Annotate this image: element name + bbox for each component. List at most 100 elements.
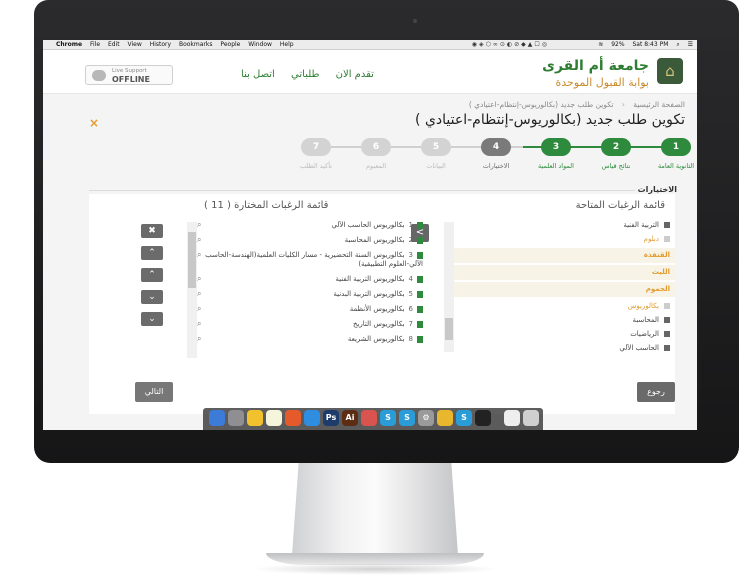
menu-edit[interactable]: Edit: [108, 41, 120, 48]
close-icon[interactable]: ×: [89, 116, 99, 130]
chosen-list: 1بكالوريوس الحاسب الآلي ⌕ 2بكالوريوس المح…: [197, 218, 431, 370]
trash-icon[interactable]: [523, 410, 539, 426]
checkbox-icon: [664, 236, 670, 242]
wifi-icon[interactable]: ≋: [598, 41, 603, 48]
menu-people[interactable]: People: [220, 41, 240, 48]
move-top-button[interactable]: ⌃: [141, 246, 163, 260]
notifications-icon[interactable]: ☰: [688, 41, 693, 48]
menu-file[interactable]: File: [90, 41, 100, 48]
chrome-icon[interactable]: [247, 410, 263, 426]
menubar-extras-icons[interactable]: ◉◈⬡∞⊙◐⊘◆▲☐◎: [472, 40, 549, 50]
step-2[interactable]: 2: [601, 138, 631, 156]
move-down-button[interactable]: ⌄: [141, 290, 163, 304]
chosen-item[interactable]: 2بكالوريوس المحاسبة ⌕: [197, 233, 431, 248]
photos-icon[interactable]: [285, 410, 301, 426]
magnifier-icon[interactable]: ⌕: [197, 334, 201, 343]
remove-choice-button[interactable]: ✖: [141, 224, 163, 238]
live-support-button[interactable]: Live Support OFFLINE: [85, 65, 173, 85]
nav-my-requests[interactable]: طلباتي: [291, 69, 319, 80]
available-scrollbar[interactable]: [444, 222, 454, 352]
magnifier-icon[interactable]: ⌕: [197, 274, 201, 283]
notes-icon[interactable]: [266, 410, 282, 426]
folder-icon: [664, 345, 670, 351]
menu-view[interactable]: View: [128, 41, 142, 48]
step-6[interactable]: 6: [361, 138, 391, 156]
step-5[interactable]: 5: [421, 138, 451, 156]
scroll-thumb[interactable]: [445, 318, 453, 340]
search-icon[interactable]: ⌕: [676, 41, 679, 48]
skype-icon[interactable]: S: [380, 410, 396, 426]
available-item[interactable]: الرياضيات: [454, 327, 676, 341]
available-category[interactable]: بكالوريوس: [454, 299, 676, 313]
next-button[interactable]: التالي: [135, 382, 173, 402]
magnifier-icon[interactable]: ⌕: [197, 250, 201, 259]
battery-level[interactable]: 92%: [611, 41, 624, 48]
folder-icon: [664, 331, 670, 337]
bookmark-icon: [417, 320, 423, 328]
chosen-item[interactable]: 8بكالوريوس الشريعة ⌕: [197, 332, 431, 347]
available-list: التربية الفنية دبلوم القنفذة الليث الجمو…: [454, 218, 676, 370]
available-subcategory[interactable]: الليث: [454, 265, 676, 280]
available-item[interactable]: الحاسب الآلي: [454, 341, 676, 355]
bookmark-icon: [417, 251, 423, 259]
menubar-status: ≋ 92% Sat 8:43 PM ⌕ ☰: [592, 40, 693, 50]
scroll-thumb[interactable]: [188, 232, 196, 288]
available-list-title: قائمة الرغبات المتاحة: [575, 200, 665, 211]
breadcrumb-home[interactable]: الصفحة الرئيسية: [633, 100, 685, 109]
step-7[interactable]: 7: [301, 138, 331, 156]
breadcrumb-current: تكوين طلب جديد (بكالوريوس-إنتظام-اعتيادي…: [468, 100, 614, 109]
magnifier-icon[interactable]: ⌕: [197, 235, 201, 244]
step-3[interactable]: 3: [541, 138, 571, 156]
chosen-item[interactable]: 4بكالوريوس التربية الفنية ⌕: [197, 272, 431, 287]
finder-icon[interactable]: [209, 410, 225, 426]
skype-third-icon[interactable]: S: [456, 410, 472, 426]
bookmark-icon: [417, 305, 423, 313]
photoshop-icon[interactable]: Ps: [323, 410, 339, 426]
launchpad-icon[interactable]: [228, 410, 244, 426]
screen: Chrome File Edit View History Bookmarks …: [43, 40, 697, 430]
step-1[interactable]: 1: [661, 138, 691, 156]
menu-chrome[interactable]: Chrome: [56, 41, 82, 48]
sketch-icon[interactable]: [437, 410, 453, 426]
move-bottom-button[interactable]: ⌄: [141, 312, 163, 326]
available-item[interactable]: التربية الفنية: [454, 218, 676, 232]
settings-icon[interactable]: ⚙: [418, 410, 434, 426]
chosen-item[interactable]: 5بكالوريوس التربية البدنية ⌕: [197, 287, 431, 302]
move-up-button[interactable]: ⌃: [141, 268, 163, 282]
nav-apply-now[interactable]: تقدم الان: [336, 69, 374, 80]
chosen-item[interactable]: 3بكالوريوس السنة التحضيرية - مسار الكليا…: [197, 248, 431, 272]
magnifier-icon[interactable]: ⌕: [197, 289, 201, 298]
university-name[interactable]: جامعة أم القرى: [542, 58, 649, 74]
twitter-icon[interactable]: [304, 410, 320, 426]
bookmark-icon: [417, 221, 423, 229]
magnifier-icon[interactable]: ⌕: [197, 220, 201, 229]
magnifier-icon[interactable]: ⌕: [197, 304, 201, 313]
back-button[interactable]: رجوع: [637, 382, 675, 402]
top-nav: تقدم الان طلباتي اتصل بنا: [228, 69, 374, 80]
step-4[interactable]: 4: [481, 138, 511, 156]
menu-bookmarks[interactable]: Bookmarks: [179, 41, 213, 48]
activity-monitor-icon[interactable]: [475, 410, 491, 426]
clock[interactable]: Sat 8:43 PM: [632, 41, 668, 48]
illustrator-icon[interactable]: Ai: [342, 410, 358, 426]
available-category[interactable]: دبلوم: [454, 232, 676, 246]
university-logo-icon[interactable]: ⌂: [657, 58, 683, 84]
available-item[interactable]: المحاسبة: [454, 313, 676, 327]
menu-help[interactable]: Help: [280, 41, 294, 48]
heading-divider: [89, 190, 635, 191]
document-icon[interactable]: [504, 410, 520, 426]
chosen-scrollbar[interactable]: [187, 222, 197, 358]
available-subcategory[interactable]: الجموم: [454, 282, 676, 297]
nav-contact-us[interactable]: اتصل بنا: [241, 69, 275, 80]
chosen-item[interactable]: 7بكالوريوس التاريخ ⌕: [197, 317, 431, 332]
chosen-item[interactable]: 1بكالوريوس الحاسب الآلي ⌕: [197, 218, 431, 233]
menu-window[interactable]: Window: [248, 41, 272, 48]
magnifier-icon[interactable]: ⌕: [197, 319, 201, 328]
skype-alt-icon[interactable]: S: [399, 410, 415, 426]
step-1-label: الثانوية العامة: [657, 162, 695, 170]
chosen-item[interactable]: 6بكالوريوس الأنظمة ⌕: [197, 302, 431, 317]
app-icon[interactable]: [361, 410, 377, 426]
available-subcategory[interactable]: القنفذة: [454, 248, 676, 263]
bookmark-icon: [417, 335, 423, 343]
menu-history[interactable]: History: [150, 41, 171, 48]
